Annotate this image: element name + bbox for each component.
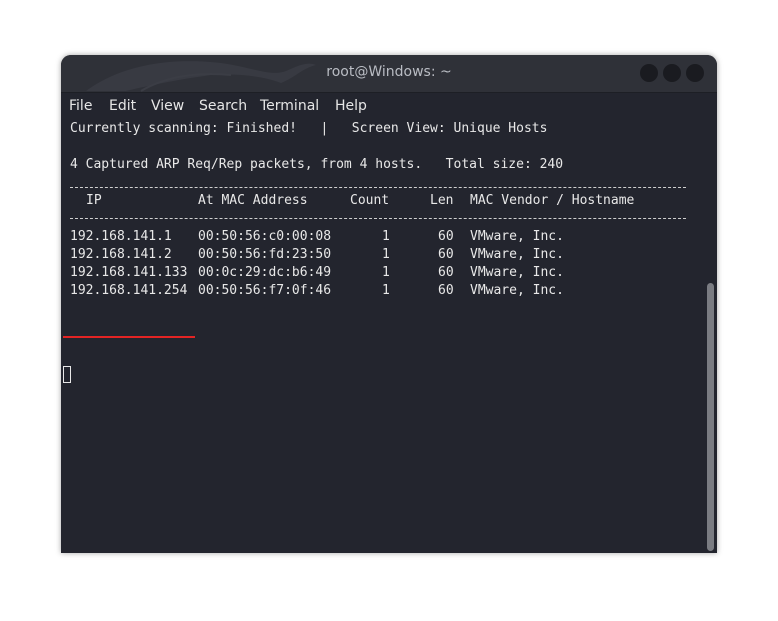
minimize-icon[interactable] xyxy=(640,64,658,82)
menu-terminal[interactable]: Terminal xyxy=(260,98,319,114)
col-header-len: Len xyxy=(430,193,454,208)
cell-count: 1 xyxy=(382,265,390,280)
terminal-cursor xyxy=(63,366,71,383)
cell-ip: 192.168.141.133 xyxy=(70,265,188,280)
col-header-mac: At MAC Address xyxy=(198,193,308,208)
cell-vendor: VMware, Inc. xyxy=(470,229,564,244)
table-row: 192.168.141.2 00:50:56:fd:23:50 1 60 VMware,… xyxy=(70,246,690,264)
cell-len: 60 xyxy=(438,283,454,298)
cell-vendor: VMware, Inc. xyxy=(470,265,564,280)
maximize-icon[interactable] xyxy=(663,64,681,82)
terminal-window: root@Windows: ~ File Edit View Search Te… xyxy=(61,55,717,553)
window-title: root@Windows: ~ xyxy=(326,64,452,80)
col-header-ip: IP xyxy=(86,193,102,208)
scrollbar[interactable] xyxy=(701,120,717,553)
scan-status-line: Currently scanning: Finished! | Screen V… xyxy=(70,121,548,136)
cell-vendor: VMware, Inc. xyxy=(470,283,564,298)
header-separator-bottom xyxy=(70,218,686,219)
cell-mac: 00:50:56:c0:00:08 xyxy=(198,229,332,244)
highlight-underline xyxy=(63,336,195,338)
title-bar[interactable]: root@Windows: ~ xyxy=(61,55,717,93)
cell-count: 1 xyxy=(382,247,390,262)
header-separator-top xyxy=(70,187,686,188)
cell-len: 60 xyxy=(438,229,454,244)
menu-view[interactable]: View xyxy=(151,98,184,114)
cell-count: 1 xyxy=(382,283,390,298)
menu-bar: File Edit View Search Terminal Help xyxy=(61,93,717,120)
menu-file[interactable]: File xyxy=(69,98,92,114)
col-header-vendor: MAC Vendor / Hostname xyxy=(470,193,635,208)
table-row: 192.168.141.1 00:50:56:c0:00:08 1 60 VMware,… xyxy=(70,228,690,246)
cell-ip: 192.168.141.2 xyxy=(70,247,172,262)
menu-help[interactable]: Help xyxy=(335,98,367,114)
scroll-thumb[interactable] xyxy=(707,283,714,551)
close-icon[interactable] xyxy=(686,64,704,82)
menu-edit[interactable]: Edit xyxy=(109,98,136,114)
col-header-count: Count xyxy=(350,193,390,208)
cell-vendor: VMware, Inc. xyxy=(470,247,564,262)
cell-len: 60 xyxy=(438,247,454,262)
cell-mac: 00:0c:29:dc:b6:49 xyxy=(198,265,332,280)
cell-mac: 00:50:56:fd:23:50 xyxy=(198,247,332,262)
packet-summary-line: 4 Captured ARP Req/Rep packets, from 4 h… xyxy=(70,157,564,172)
table-header: IP At MAC Address Count Len MAC Vendor /… xyxy=(70,192,690,210)
table-row: 192.168.141.133 00:0c:29:dc:b6:49 1 60 VMwar… xyxy=(70,264,690,282)
cell-ip: 192.168.141.1 xyxy=(70,229,172,244)
cell-len: 60 xyxy=(438,265,454,280)
cell-mac: 00:50:56:f7:0f:46 xyxy=(198,283,332,298)
menu-search[interactable]: Search xyxy=(199,98,247,114)
terminal-output[interactable]: Currently scanning: Finished! | Screen V… xyxy=(61,120,701,553)
cell-ip: 192.168.141.254 xyxy=(70,283,188,298)
cell-count: 1 xyxy=(382,229,390,244)
table-row: 192.168.141.254 00:50:56:f7:0f:46 1 60 VMwar… xyxy=(70,282,690,300)
